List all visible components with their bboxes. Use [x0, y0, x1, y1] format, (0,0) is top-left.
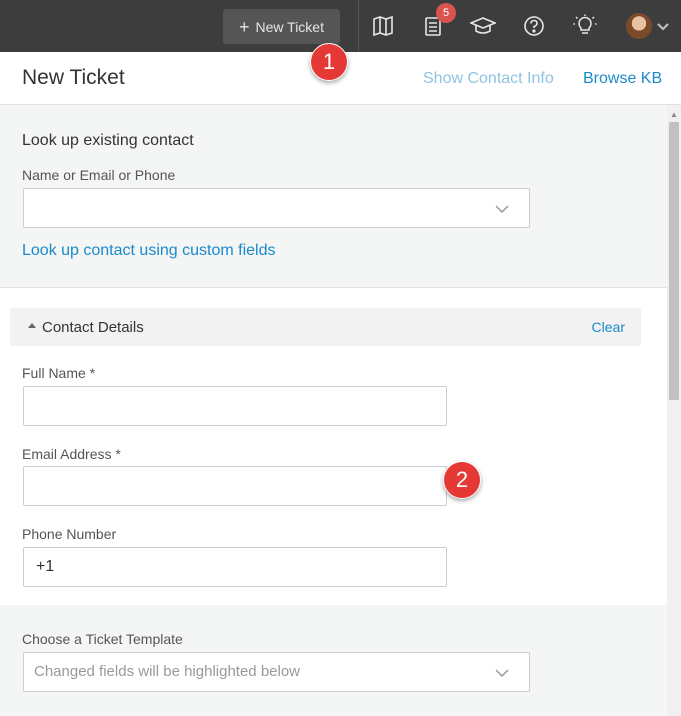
full-name-field[interactable]	[23, 386, 447, 426]
contact-details-title: Contact Details	[42, 319, 144, 336]
email-field[interactable]	[23, 466, 447, 506]
collapse-triangle-icon	[28, 323, 36, 328]
full-name-label: Full Name *	[22, 365, 96, 381]
phone-label: Phone Number	[22, 526, 117, 542]
contact-lookup-select[interactable]	[23, 188, 530, 228]
scroll-up-arrow-icon[interactable]: ▲	[670, 110, 678, 119]
lookup-field-label: Name or Email or Phone	[22, 167, 176, 183]
new-ticket-label: New Ticket	[255, 18, 324, 35]
scrollbar-thumb[interactable]	[669, 122, 679, 400]
top-navigation-bar: + New Ticket 5	[0, 0, 681, 52]
email-label: Email Address *	[22, 446, 121, 462]
chevron-down-icon[interactable]	[656, 19, 670, 37]
map-icon[interactable]	[370, 13, 396, 39]
graduation-cap-icon[interactable]	[470, 13, 496, 39]
template-label: Choose a Ticket Template	[22, 631, 183, 647]
page-title: New Ticket	[22, 66, 125, 89]
template-placeholder: Changed fields will be highlighted below	[34, 663, 301, 680]
chevron-down-icon	[495, 665, 509, 683]
clear-button[interactable]: Clear	[592, 319, 625, 335]
ticket-template-select[interactable]: Changed fields will be highlighted below	[23, 652, 530, 692]
lookup-custom-fields-link[interactable]: Look up contact using custom fields	[22, 242, 275, 260]
notification-badge: 5	[436, 3, 456, 23]
lightbulb-icon[interactable]	[572, 13, 598, 39]
contact-details-section: Contact Details Clear Full Name * Email …	[0, 287, 667, 605]
new-ticket-button[interactable]: + New Ticket	[223, 9, 340, 44]
divider	[358, 0, 359, 52]
show-contact-info-link[interactable]: Show Contact Info	[423, 70, 554, 88]
phone-value: +1	[36, 558, 55, 575]
plus-icon: +	[239, 16, 250, 37]
browse-kb-link[interactable]: Browse KB	[583, 70, 662, 88]
ticket-form: Look up existing contact Name or Email o…	[0, 105, 667, 716]
lookup-heading: Look up existing contact	[22, 132, 194, 149]
contact-details-header[interactable]: Contact Details Clear	[10, 308, 641, 346]
avatar[interactable]	[626, 13, 652, 39]
annotation-marker-1: 1	[310, 43, 348, 81]
annotation-marker-2: 2	[443, 461, 481, 499]
help-icon[interactable]	[521, 13, 547, 39]
phone-field[interactable]: +1	[23, 547, 447, 587]
chevron-down-icon	[495, 201, 509, 219]
